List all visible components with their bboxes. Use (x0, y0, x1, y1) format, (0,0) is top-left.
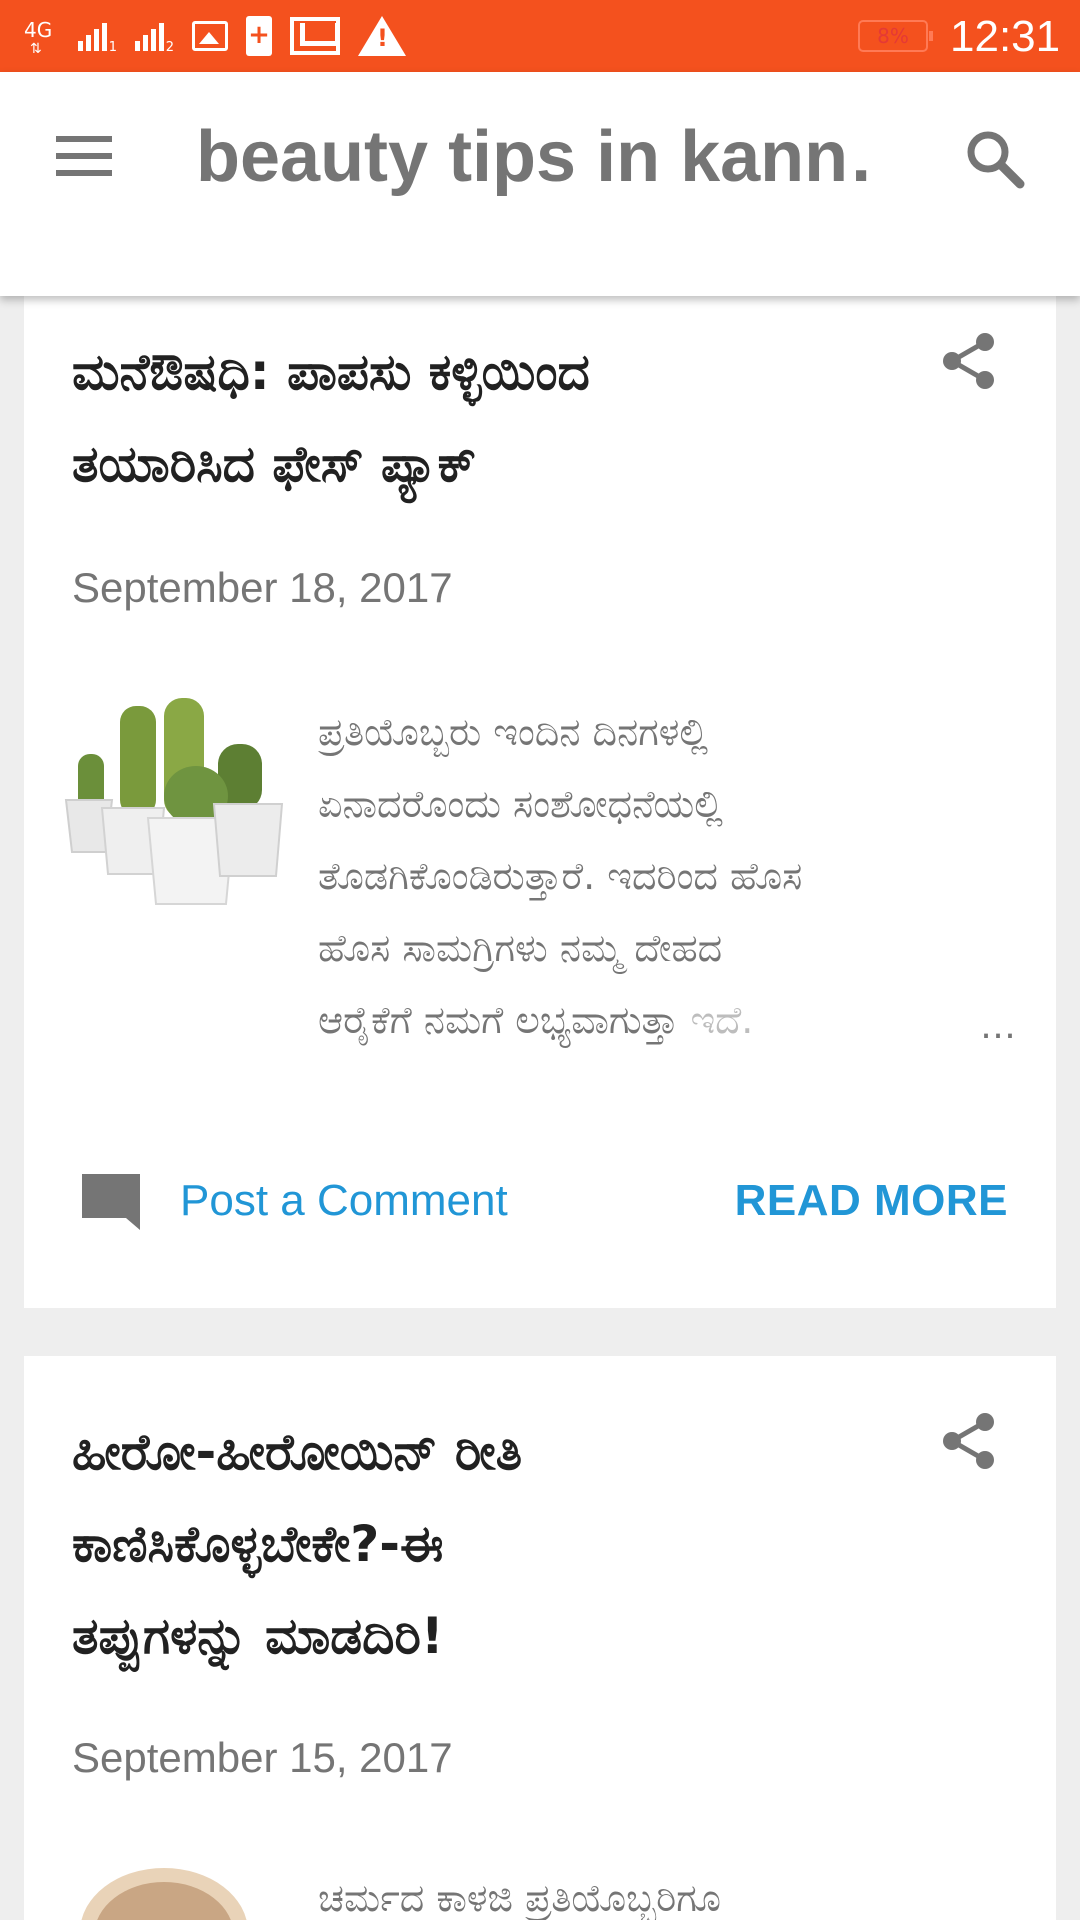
read-more-button[interactable]: READ MORE (735, 1176, 1008, 1226)
gmail-icon (290, 17, 340, 55)
hamburger-menu-icon[interactable] (56, 134, 112, 178)
snippet-text: ಆರೈಕೆಗೆ ನಮಗೆ ಲಭ್ಯವಾಗುತ್ತಾ (318, 998, 679, 1042)
snippet-line: ಏನಾದರೊಂದು ಸಂಶೋಧನೆಯಲ್ಲಿ (318, 782, 723, 826)
post-title-line[interactable]: ಮನೆಔಷಧಿ: ಪಾಪಸು ಕಳ್ಳಿಯಿಂದ (72, 326, 902, 418)
share-icon[interactable] (938, 1410, 1000, 1472)
post-card: ಮನೆಔಷಧಿ: ಪಾಪಸು ಕಳ್ಳಿಯಿಂದ ತಯಾರಿಸಿದ ಫೇಸ್ ಪ… (24, 296, 1056, 1308)
battery-saver-icon (246, 16, 272, 56)
post-thumbnail[interactable] (72, 1862, 252, 1920)
post-snippet: ಪ್ರತಿಯೊಬ್ಬರು ಇಂದಿನ ದಿನಗಳಲ್ಲಿ ಏನಾದರೊಂದು ಸ… (318, 696, 1028, 1056)
search-icon[interactable] (960, 124, 1030, 194)
signal-sim1-icon: 1 (78, 21, 117, 55)
app-title: beauty tips in kann… (196, 117, 876, 197)
status-time: 12:31 (950, 12, 1061, 61)
battery-indicator: 8% (858, 20, 933, 52)
post-snippet: ಚರ್ಮದ ಕಾಳಜಿ ಪ್ರತಿಯೊಬ್ಬರಿಗೂ (318, 1876, 722, 1920)
signal-sim2-icon: 2 (135, 21, 174, 55)
snippet-ellipsis: … (980, 1006, 1016, 1047)
snippet-line: ತೊಡಗಿಕೊಂಡಿರುತ್ತಾರೆ. ಇದರಿಂದ ಹೊಸ (318, 854, 803, 898)
snippet-line: ಹೊಸ ಸಾಮಗ್ರಿಗಳು ನಮ್ಮ ದೇಹದ (318, 926, 723, 970)
snippet-fade-text: ಇದೆ. (690, 998, 754, 1042)
post-date: September 18, 2017 (72, 564, 453, 611)
network-4g-icon: 4G ⇅ (24, 18, 53, 57)
post-title-line[interactable]: ತಪ್ಪುಗಳನ್ನು ಮಾಡದಿರಿ! (72, 1590, 902, 1682)
status-icons: 4G ⇅ 1 2 (24, 10, 406, 62)
post-title-line[interactable]: ಕಾಣಿಸಿಕೊಳ್ಳಬೇಕೇ?-ಈ (72, 1498, 902, 1590)
status-bar: 4G⇅ 1 2 8% 12:31 (0, 0, 1080, 72)
snippet-line: ಆರೈಕೆಗೆ ನಮಗೆ ಲಭ್ಯವಾಗುತ್ತಾ ಇದೆ. (318, 984, 1028, 1056)
warning-icon (358, 16, 406, 56)
post-title[interactable]: ಹೀರೋ-ಹೀರೋಯಿನ್ ರೀತಿ ಕಾಣಿಸಿಕೊಳ್ಳಬೇಕೇ?-ಈ ತಪ… (72, 1406, 902, 1682)
comment-icon[interactable] (78, 1170, 144, 1232)
app-bar: beauty tips in kann… (0, 72, 1080, 296)
post-title-line[interactable]: ಹೀರೋ-ಹೀರೋಯಿನ್ ರೀತಿ (72, 1406, 902, 1498)
share-icon[interactable] (938, 330, 1000, 392)
post-title-line[interactable]: ತಯಾರಿಸಿದ ಫೇಸ್ ಪ್ಯಾಕ್ (72, 418, 902, 510)
post-thumbnail-cactus[interactable] (64, 696, 286, 918)
post-date: September 15, 2017 (72, 1734, 453, 1781)
post-title[interactable]: ಮನೆಔಷಧಿ: ಪಾಪಸು ಕಳ್ಳಿಯಿಂದ ತಯಾರಿಸಿದ ಫೇಸ್ ಪ… (72, 326, 902, 510)
post-card: ಹೀರೋ-ಹೀರೋಯಿನ್ ರೀತಿ ಕಾಣಿಸಿಕೊಳ್ಳಬೇಕೇ?-ಈ ತಪ… (24, 1356, 1056, 1920)
image-notification-icon (192, 21, 228, 51)
snippet-line: ಪ್ರತಿಯೊಬ್ಬರು ಇಂದಿನ ದಿನಗಳಲ್ಲಿ (318, 710, 709, 754)
post-comment-link[interactable]: Post a Comment (180, 1176, 508, 1226)
